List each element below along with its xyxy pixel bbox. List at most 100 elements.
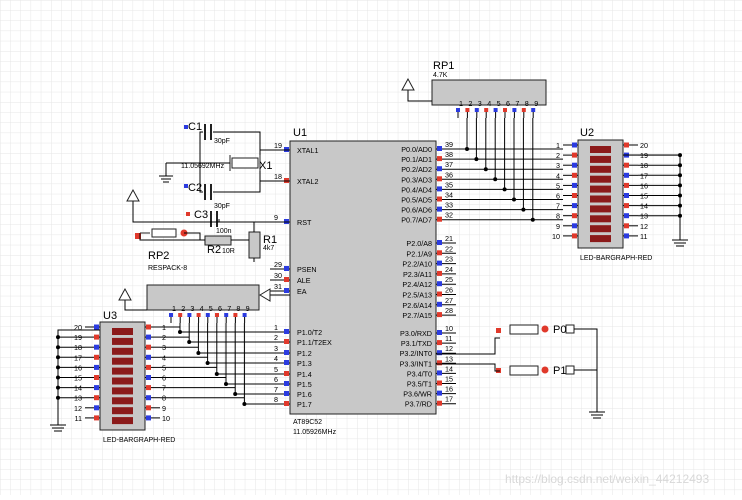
schematic-canvas: U1 AT89C52 11.05926MHz 19 XTAL1 18 XTAL2 9 RS… [0, 0, 742, 495]
u1-pin-num: 19 [274, 141, 282, 150]
u3-led-segment [112, 337, 133, 345]
u1-pin-name: XTAL1 [297, 146, 318, 155]
schematic-svg: U1 AT89C52 11.05926MHz 19XTAL118XTAL29RS… [0, 0, 742, 495]
u1-pin-num: 39 [445, 140, 453, 149]
u1-pin-num: 28 [445, 306, 453, 315]
u2-led-segment [590, 205, 611, 213]
u2-led-segment [590, 215, 611, 223]
u1-pin-num: 18 [274, 172, 282, 181]
u1-pin-num: 13 [445, 354, 453, 363]
u1-pin-num: 33 [445, 201, 453, 210]
rp1-ref: RP1 [433, 60, 454, 72]
rp2-pin-num: 6 [218, 304, 222, 313]
rp2-pin-num: 2 [181, 304, 185, 313]
mcu-u1[interactable]: U1 AT89C52 11.05926MHz 19XTAL118XTAL29RS… [270, 127, 456, 436]
rp2-pin-num: 1 [172, 304, 176, 313]
u2-led-segment [590, 235, 611, 243]
u2-led-segment [590, 195, 611, 203]
u1-pin-num: 21 [445, 234, 453, 243]
rp1-pin-num: 7 [515, 99, 519, 108]
u1-pin-name: P1.4 [297, 370, 312, 379]
u1-pin-num: 36 [445, 170, 453, 179]
u3-pin-num: 11 [75, 414, 82, 423]
r2-ref: R2 [207, 244, 221, 256]
u1-pin-name: P2.4/A12 [402, 280, 432, 289]
u1-pin-name: P2.1/A9 [406, 249, 432, 258]
u1-pin-num: 10 [445, 324, 453, 333]
u1-pin-num: 4 [274, 354, 278, 363]
u2-led-segment [590, 165, 611, 173]
u3-led-segment [112, 347, 133, 355]
u1-pin-name: P3.0/RXD [400, 329, 432, 338]
rp2-pin-num: 7 [227, 304, 231, 313]
mcu-part: AT89C52 [293, 419, 322, 426]
u1-pin-num: 30 [274, 271, 282, 280]
u3-pin-num: 12 [74, 404, 82, 413]
u1-pin-num: 14 [445, 364, 453, 373]
u1-pin-name: P0.2/AD2 [401, 165, 432, 174]
u1-pin-num: 17 [445, 395, 453, 404]
u1-pin-name: P2.3/A11 [403, 270, 432, 279]
crystal-body [231, 157, 259, 169]
rp2-pin-num: 8 [236, 304, 240, 313]
u1-pin-name: P2.0/A8 [406, 239, 432, 248]
u2-part: LED-BARGRAPH-RED [580, 255, 652, 262]
u1-pin-name: P1.1/T2EX [297, 338, 332, 347]
c2-value: 30pF [214, 203, 230, 210]
u1-pin-name: XTAL2 [297, 177, 318, 186]
u1-pin-num: 22 [445, 244, 453, 253]
u1-pin-num: 5 [274, 365, 278, 374]
u1-pin-num: 23 [445, 255, 453, 264]
u1-pin-num: 8 [274, 395, 278, 404]
u1-pin-name: P3.4/T0 [407, 369, 432, 378]
rp2-pin-num: 4 [200, 304, 204, 313]
u1-pin-name: RST [297, 218, 312, 227]
u1-pin-name: P1.5 [297, 380, 312, 389]
u3-part: LED-BARGRAPH-RED [103, 437, 175, 444]
rp2-pin-num: 5 [209, 304, 213, 313]
rp1-pin-num: 8 [525, 99, 529, 108]
u2-led-segment [590, 185, 611, 193]
u1-pin-name: EA [297, 287, 307, 296]
u1-pin-num: 9 [274, 213, 278, 222]
c3-value: 100n [216, 228, 232, 235]
u3-led-segment [112, 367, 133, 375]
x1-value: 11.05692MHz [181, 163, 225, 170]
u2-led-segment [590, 146, 611, 153]
u1-pin-name: P1.0/T2 [297, 328, 322, 337]
u1-pin-name: P1.2 [297, 349, 312, 358]
u1-pin-num: 26 [445, 286, 453, 295]
rp2-pin-num: 3 [190, 304, 194, 313]
u1-pin-name: P0.7/AD7 [401, 216, 432, 225]
u1-pin-num: 2 [274, 333, 278, 342]
u1-pin-name: P0.6/AD6 [401, 206, 432, 215]
u1-pin-num: 3 [274, 344, 278, 353]
r2-value: 10R [222, 248, 235, 255]
u3-pin-num: 9 [162, 404, 166, 413]
u2-led-segment [590, 175, 611, 183]
u1-pin-name: PSEN [297, 265, 317, 274]
rp1-pin-num: 5 [497, 99, 501, 108]
u3-led-segment [112, 417, 133, 425]
u1-pin-name: P1.6 [297, 390, 312, 399]
u3-led-segment [112, 377, 133, 385]
rp1-pin-num: 1 [459, 99, 463, 108]
u3-led-segment [112, 407, 133, 415]
rp2-ref: RP2 [148, 250, 169, 262]
u3-led-segment [112, 387, 133, 395]
u1-pin-num: 38 [445, 150, 453, 159]
x1-ref: X1 [259, 160, 272, 172]
u3-led-segment [112, 397, 133, 405]
rp2-pin-num: 9 [246, 304, 250, 313]
u1-pin-num: 11 [445, 334, 452, 343]
u1-pin-name: P1.3 [297, 359, 312, 368]
u2-pin-num: 11 [640, 232, 647, 241]
u1-pin-num: 25 [445, 275, 453, 284]
r1-value: 4k7 [263, 245, 274, 252]
u1-pin-name: P0.0/AD0 [401, 145, 432, 154]
c3-ref: C3 [194, 209, 208, 221]
u1-pin-name: P0.1/AD1 [401, 155, 432, 164]
rp2-value: RESPACK-8 [148, 265, 187, 272]
mcu-freq: 11.05926MHz [293, 429, 337, 436]
u2-ref: U2 [580, 127, 594, 139]
